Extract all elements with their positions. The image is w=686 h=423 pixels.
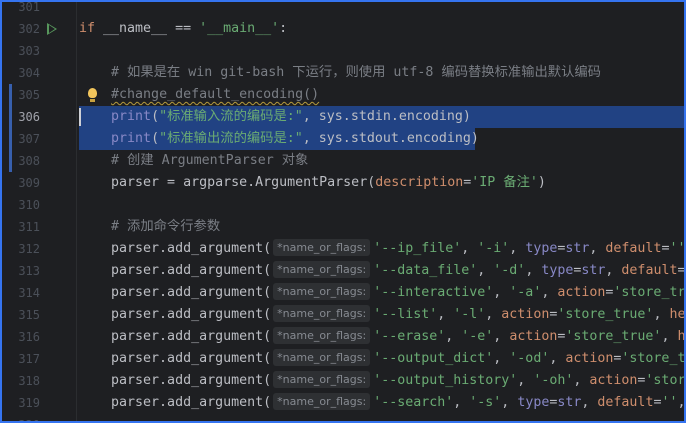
- code-line[interactable]: print("标准输入流的编码是:", sys.stdin.encoding): [77, 106, 684, 128]
- code-line[interactable]: [77, 2, 684, 18]
- line-number: 313: [18, 264, 40, 278]
- code-text[interactable]: print("标准输出流的编码是:", sys.stdout.encoding): [79, 128, 479, 150]
- code-text[interactable]: # 创建 ArgumentParser 对象: [79, 150, 308, 172]
- code-line[interactable]: if __name__ == '__main__':: [77, 18, 684, 40]
- code-line[interactable]: parser.add_argument(*name_or_flags: '--ou…: [77, 348, 684, 370]
- code-text[interactable]: print("标准输入流的编码是:", sys.stdin.encoding): [79, 106, 471, 128]
- code-text[interactable]: parser = argparse.ArgumentParser(descrip…: [79, 172, 546, 194]
- code-line[interactable]: parser = argparse.ArgumentParser(descrip…: [77, 172, 684, 194]
- code-text[interactable]: parser.add_argument(*name_or_flags: '--se…: [79, 392, 684, 414]
- parameter-name-hint: *name_or_flags:: [273, 305, 371, 322]
- line-number: 303: [18, 44, 40, 58]
- line-number: 309: [18, 176, 40, 190]
- code-line[interactable]: parser.add_argument(*name_or_flags: '--se…: [77, 392, 684, 414]
- parameter-name-hint: *name_or_flags:: [273, 349, 371, 366]
- line-number: 312: [18, 242, 40, 256]
- line-number: 317: [18, 352, 40, 366]
- code-line[interactable]: # 添加命令行参数: [77, 216, 684, 238]
- code-text[interactable]: parser.add_argument(*name_or_flags: '--ip…: [79, 238, 684, 260]
- parameter-name-hint: *name_or_flags:: [273, 393, 371, 410]
- parameter-name-hint: *name_or_flags:: [273, 327, 371, 344]
- line-number: 318: [18, 374, 40, 388]
- code-text[interactable]: parser.add_argument(*name_or_flags: '--er…: [79, 326, 684, 348]
- line-number: 310: [18, 198, 40, 212]
- code-text[interactable]: parser.add_argument(*name_or_flags: '--li…: [79, 304, 684, 326]
- line-number: 314: [18, 286, 40, 300]
- code-line[interactable]: [77, 414, 684, 421]
- code-text[interactable]: if __name__ == '__main__':: [79, 18, 287, 40]
- line-number: 308: [18, 154, 40, 168]
- code-text[interactable]: # 如果是在 win git-bash 下运行，则使用 utf-8 编码替换标准…: [79, 62, 601, 84]
- code-area[interactable]: if __name__ == '__main__': # 如果是在 win gi…: [77, 2, 684, 421]
- code-line[interactable]: parser.add_argument(*name_or_flags: '--ip…: [77, 238, 684, 260]
- code-text[interactable]: parser.add_argument(*name_or_flags: '--da…: [79, 260, 684, 282]
- code-line[interactable]: # 如果是在 win git-bash 下运行，则使用 utf-8 编码替换标准…: [77, 62, 684, 84]
- line-number: 319: [18, 396, 40, 410]
- line-number: 307: [18, 132, 40, 146]
- code-line[interactable]: parser.add_argument(*name_or_flags: '--da…: [77, 260, 684, 282]
- line-number: 320: [2, 414, 40, 421]
- line-number: 306: [18, 110, 40, 124]
- line-number: 304: [18, 66, 40, 80]
- code-text[interactable]: parser.add_argument(*name_or_flags: '--ou…: [79, 348, 684, 370]
- line-number-gutter[interactable]: 301 302 303 304 305 306 307 308 309 310 311 312 313 3…: [2, 0, 97, 421]
- parameter-name-hint: *name_or_flags:: [273, 283, 371, 300]
- code-text[interactable]: parser.add_argument(*name_or_flags: '--in…: [79, 282, 684, 304]
- code-text[interactable]: #change_default_encoding(): [79, 84, 319, 106]
- run-play-icon[interactable]: [47, 23, 57, 35]
- code-line[interactable]: parser.add_argument(*name_or_flags: '--ou…: [77, 370, 684, 392]
- line-number: 302: [18, 22, 40, 36]
- parameter-name-hint: *name_or_flags:: [273, 261, 371, 278]
- line-number: 315: [18, 308, 40, 322]
- line-number: 311: [18, 220, 40, 234]
- code-line[interactable]: [77, 194, 684, 216]
- line-number: 305: [18, 88, 40, 102]
- code-line[interactable]: print("标准输出流的编码是:", sys.stdout.encoding): [77, 128, 684, 150]
- line-number: 301: [18, 0, 40, 14]
- code-line[interactable]: # 创建 ArgumentParser 对象: [77, 150, 684, 172]
- code-line[interactable]: [77, 40, 684, 62]
- parameter-name-hint: *name_or_flags:: [273, 239, 371, 256]
- code-text[interactable]: # 添加命令行参数: [79, 216, 220, 238]
- code-line[interactable]: #change_default_encoding(): [77, 84, 684, 106]
- line-number: 316: [18, 330, 40, 344]
- code-line[interactable]: parser.add_argument(*name_or_flags: '--in…: [77, 282, 684, 304]
- code-text[interactable]: parser.add_argument(*name_or_flags: '--ou…: [79, 370, 684, 392]
- code-editor[interactable]: 301 302 303 304 305 306 307 308 309 310 311 312 313 3…: [0, 0, 686, 423]
- code-line[interactable]: parser.add_argument(*name_or_flags: '--li…: [77, 304, 684, 326]
- parameter-name-hint: *name_or_flags:: [273, 371, 371, 388]
- code-line[interactable]: parser.add_argument(*name_or_flags: '--er…: [77, 326, 684, 348]
